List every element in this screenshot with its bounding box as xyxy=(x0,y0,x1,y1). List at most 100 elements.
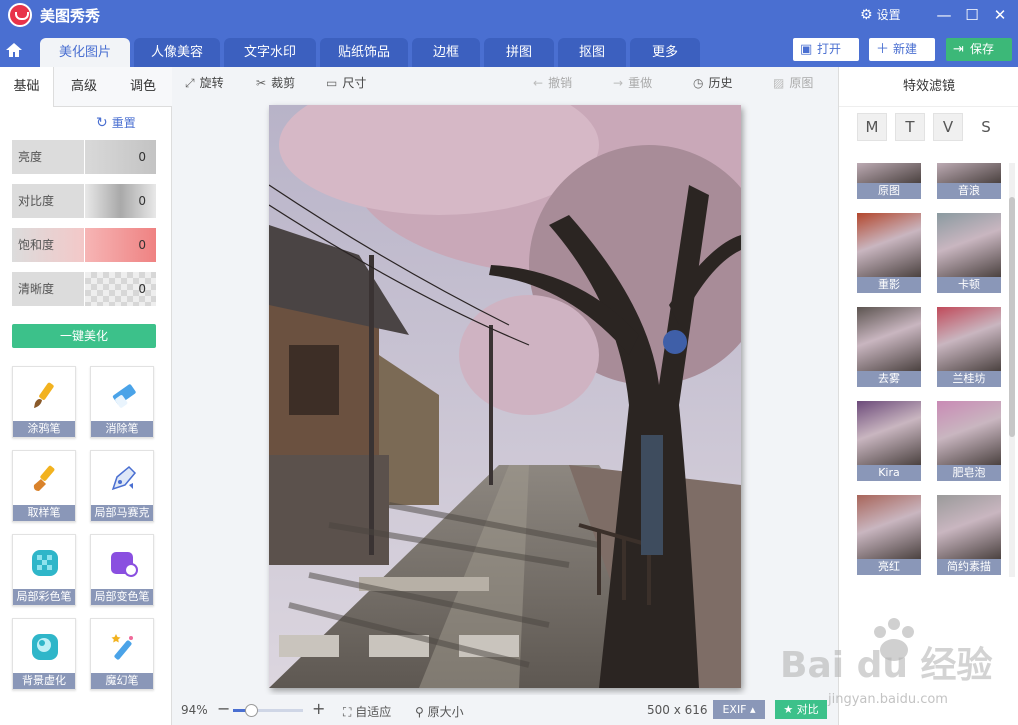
filter-category-t[interactable]: T xyxy=(895,113,925,141)
filter-thumbnail[interactable]: Kira xyxy=(857,401,921,481)
actual-size-button[interactable]: ⚲ 原大小 xyxy=(415,703,464,720)
local-mosaic-tool[interactable]: 局部马赛克 xyxy=(90,450,154,522)
contrast-slider[interactable]: 对比度 0 xyxy=(12,184,156,218)
sample-pen-tool[interactable]: 取样笔 xyxy=(12,450,76,522)
subtab-advanced[interactable]: 高级 xyxy=(54,67,114,107)
photo-cherry-blossom-street[interactable] xyxy=(269,105,741,688)
save-button[interactable]: ⇥ 保存 xyxy=(946,38,1012,61)
settings-button[interactable]: ⚙ 设置 xyxy=(860,6,901,23)
zoom-out-button[interactable]: − xyxy=(217,699,230,718)
filter-thumbnail[interactable]: 兰桂坊 xyxy=(937,307,1001,387)
recolor-pen-icon xyxy=(111,552,138,577)
crop-button[interactable]: ✂ 裁剪 xyxy=(256,74,295,91)
clock-icon: ◷ xyxy=(693,76,704,90)
maximize-button[interactable]: ☐ xyxy=(961,4,983,26)
filter-label: 音浪 xyxy=(937,183,1001,199)
tab-text-watermark[interactable]: 文字水印 xyxy=(224,38,316,67)
canvas-area xyxy=(173,97,837,695)
filter-thumbnail[interactable]: 卡顿 xyxy=(937,213,1001,293)
filter-category-v[interactable]: V xyxy=(933,113,963,141)
filter-thumbnail[interactable]: 原图 xyxy=(857,163,921,199)
title-bar: 美图秀秀 ⚙ 设置 — ☐ ✕ xyxy=(0,0,1018,30)
open-button[interactable]: ▣ 打开 xyxy=(793,38,859,61)
brightness-label: 亮度 xyxy=(12,140,84,174)
app-logo-icon xyxy=(8,3,32,27)
filter-scrollbar[interactable] xyxy=(1009,163,1015,577)
undo-button[interactable]: ← 撤销 xyxy=(533,74,572,91)
minimize-button[interactable]: — xyxy=(933,4,955,26)
redo-button[interactable]: → 重做 xyxy=(613,74,652,91)
sharpness-slider[interactable]: 清晰度 0 xyxy=(12,272,156,306)
filter-category-m[interactable]: M xyxy=(857,113,887,141)
zoom-slider-handle[interactable] xyxy=(245,704,259,717)
filter-label: 去雾 xyxy=(857,371,921,387)
tab-more[interactable]: 更多 xyxy=(630,38,700,67)
local-recolor-pen-tool[interactable]: 局部变色笔 xyxy=(90,534,154,606)
doodle-pen-tool[interactable]: 涂鸦笔 xyxy=(12,366,76,438)
fit-to-window-button[interactable]: ⛶ 自适应 xyxy=(343,703,391,720)
resize-button[interactable]: ▭ 尺寸 xyxy=(326,74,366,91)
brush-icon xyxy=(34,382,54,408)
magic-pen-tool[interactable]: 魔幻笔 xyxy=(90,618,154,690)
color-pen-icon xyxy=(32,550,58,576)
contrast-value: 0 xyxy=(138,194,146,208)
filter-thumbnail[interactable]: 亮红 xyxy=(857,495,921,575)
saturation-value: 0 xyxy=(138,238,146,252)
rotate-icon: ⤢ xyxy=(185,76,195,90)
tab-stickers[interactable]: 贴纸饰品 xyxy=(320,38,408,67)
saturation-label: 饱和度 xyxy=(12,228,84,262)
zoom-in-button[interactable]: + xyxy=(312,699,325,718)
status-bar: 94% − + ⛶ 自适应 ⚲ 原大小 500 x 616 EXIF ▴ ★ 对… xyxy=(173,695,837,725)
exif-button[interactable]: EXIF ▴ xyxy=(713,700,765,719)
filter-thumbnail[interactable]: 音浪 xyxy=(937,163,1001,199)
magic-pen-icon xyxy=(111,634,133,660)
local-color-pen-tool[interactable]: 局部彩色笔 xyxy=(12,534,76,606)
filter-category-s[interactable]: S xyxy=(971,113,1001,141)
tab-beautify[interactable]: 美化图片 xyxy=(40,38,130,67)
filter-label: Kira xyxy=(857,465,921,481)
undo-icon: ← xyxy=(533,76,544,90)
history-button[interactable]: ◷ 历史 xyxy=(693,74,733,91)
subtab-basic[interactable]: 基础 xyxy=(0,67,54,107)
filter-thumbnail[interactable]: 简约素描 xyxy=(937,495,1001,575)
zoom-slider-track[interactable] xyxy=(233,709,303,712)
filter-preview-image xyxy=(857,495,921,559)
brightness-slider[interactable]: 亮度 0 xyxy=(12,140,156,174)
plus-icon: ＋ xyxy=(876,42,890,57)
brightness-value: 0 xyxy=(138,150,146,164)
filter-thumbnail[interactable]: 去雾 xyxy=(857,307,921,387)
tab-collage[interactable]: 拼图 xyxy=(484,38,554,67)
reset-button[interactable]: ↻ 重置 xyxy=(96,114,136,131)
filter-scrollbar-thumb[interactable] xyxy=(1009,197,1015,437)
filter-thumbnail[interactable]: 重影 xyxy=(857,213,921,293)
subtab-color[interactable]: 调色 xyxy=(114,67,172,107)
left-panel: 基础 高级 调色 ↻ 重置 亮度 0 对比度 0 饱和度 0 清晰度 0 一键美化… xyxy=(0,67,172,725)
filter-list: 原图 音浪 重影 卡顿去雾 兰桂坊 Kira 肥皂泡 亮红 简约素描 xyxy=(839,163,1009,577)
main-tab-bar: 美化图片 人像美容 文字水印 贴纸饰品 边框 拼图 抠图 更多 ▣ 打开 ＋新建 … xyxy=(0,30,1018,67)
blur-icon xyxy=(32,634,58,660)
rotate-button[interactable]: ⤢ 旋转 xyxy=(185,74,224,91)
mosaic-pen-icon xyxy=(111,465,137,491)
filter-preview-image xyxy=(857,163,921,183)
reset-icon: ↻ xyxy=(96,115,108,131)
tab-portrait[interactable]: 人像美容 xyxy=(134,38,220,67)
filter-preview-image xyxy=(857,213,921,277)
eraser-pen-tool[interactable]: 消除笔 xyxy=(90,366,154,438)
export-icon: ⇥ xyxy=(953,42,964,57)
close-button[interactable]: ✕ xyxy=(989,4,1011,26)
tab-frames[interactable]: 边框 xyxy=(412,38,480,67)
sharpness-label: 清晰度 xyxy=(12,272,84,306)
zoom-level: 94% xyxy=(181,703,208,717)
home-icon[interactable] xyxy=(4,40,24,60)
saturation-slider[interactable]: 饱和度 0 xyxy=(12,228,156,262)
filter-thumbnail[interactable]: 肥皂泡 xyxy=(937,401,1001,481)
contrast-label: 对比度 xyxy=(12,184,84,218)
one-key-beautify-button[interactable]: 一键美化 xyxy=(12,324,156,348)
redo-icon: → xyxy=(613,76,624,90)
original-image-button[interactable]: ▨ 原图 xyxy=(773,74,813,91)
background-blur-tool[interactable]: 背景虚化 xyxy=(12,618,76,690)
filter-preview-image xyxy=(857,401,921,465)
tab-cutout[interactable]: 抠图 xyxy=(558,38,626,67)
new-button[interactable]: ＋新建 xyxy=(869,38,935,61)
settings-label: 设置 xyxy=(876,8,901,22)
